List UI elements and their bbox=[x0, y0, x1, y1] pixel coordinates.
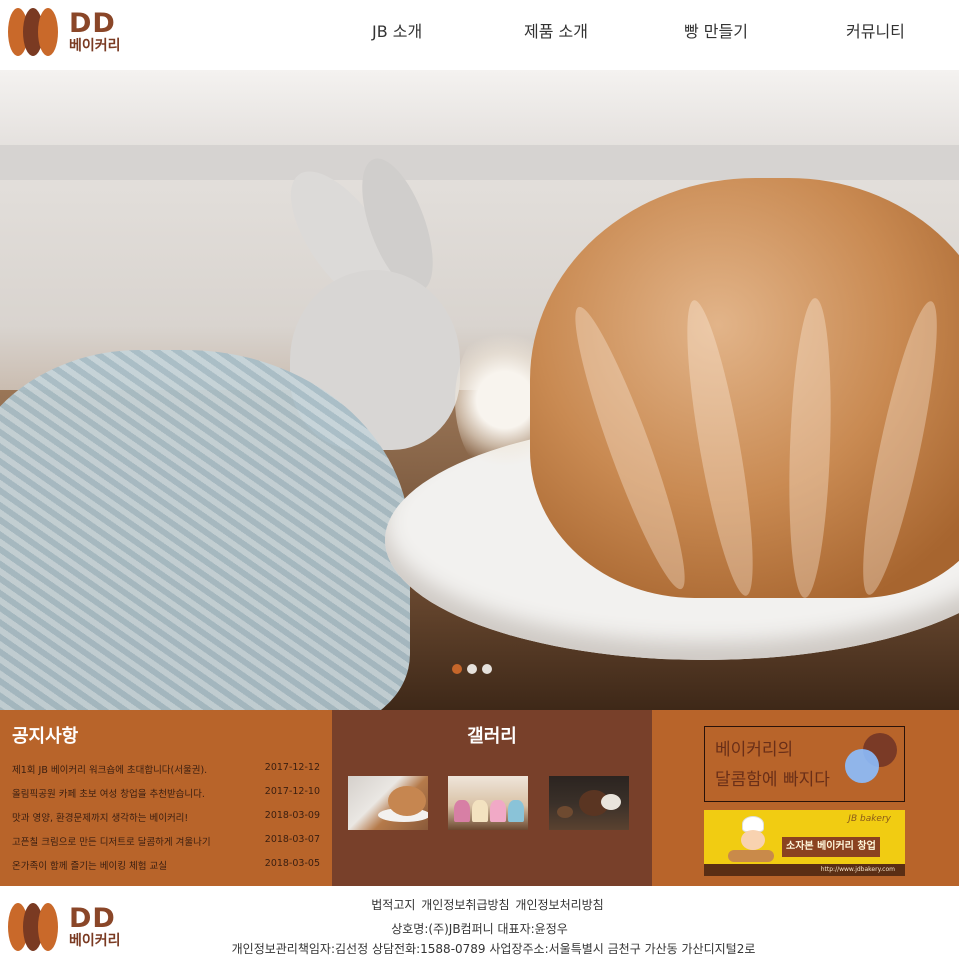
footer-link-privacy-handling[interactable]: 개인정보취급방침 bbox=[421, 898, 509, 912]
nav-item-products[interactable]: 제품 소개 bbox=[524, 18, 588, 42]
gallery-title[interactable]: 갤러리 bbox=[332, 722, 652, 748]
notice-item[interactable]: 올림픽공원 카페 초보 여성 창업을 추천받습니다. 2017-12-10 bbox=[12, 786, 320, 810]
slider-dot-1[interactable] bbox=[452, 664, 462, 674]
main-nav: JB 소개 제품 소개 빵 만들기 커뮤니티 bbox=[0, 18, 959, 48]
notice-item[interactable]: 온가족이 함께 즐기는 베이킹 체험 교실 2018-03-05 bbox=[12, 858, 320, 882]
hero-slider bbox=[0, 70, 959, 710]
slider-dots bbox=[452, 664, 492, 676]
gallery-panel: 갤러리 bbox=[332, 710, 652, 886]
notice-item[interactable]: 제1회 JB 베이커리 워크숍에 초대합니다(서울권). 2017-12-12 bbox=[12, 762, 320, 786]
banner-panel: 베이커리의 달콤함에 빠지다 JB bakery 소자본 베이커리 창업 htt… bbox=[652, 710, 959, 886]
chef-icon bbox=[728, 816, 774, 868]
notice-list: 제1회 JB 베이커리 워크숍에 초대합니다(서울권). 2017-12-12 … bbox=[12, 762, 320, 882]
startup-banner[interactable]: JB bakery 소자본 베이커리 창업 http://www.jdbaker… bbox=[704, 810, 905, 876]
sweet-bakery-banner[interactable]: 베이커리의 달콤함에 빠지다 bbox=[704, 726, 905, 802]
site-footer: DD 베이커리 법적고지 개인정보취급방침 개인정보처리방침 상호명:(주)JB… bbox=[0, 886, 959, 968]
nav-item-community[interactable]: 커뮤니티 bbox=[846, 18, 905, 42]
notice-panel: 공지사항 제1회 JB 베이커리 워크숍에 초대합니다(서울권). 2017-1… bbox=[0, 710, 332, 886]
gallery-thumb-cake[interactable] bbox=[348, 776, 428, 830]
footer-company-info: 상호명:(주)JB컴퍼니 대표자:윤정우 bbox=[391, 922, 568, 936]
gallery-thumb-dessert[interactable] bbox=[549, 776, 629, 830]
nav-item-about[interactable]: JB 소개 bbox=[372, 18, 422, 42]
notice-item[interactable]: 고픈칠 크림으로 만든 디저트로 달콤하게 겨울나기 2018-03-07 bbox=[12, 834, 320, 858]
footer-contact-info: 개인정보관리책임자:김선정 상담전화:1588-0789 사업장주소:서울특별시… bbox=[231, 942, 756, 956]
site-header: DD 베이커리 JB 소개 제품 소개 빵 만들기 커뮤니티 bbox=[0, 0, 959, 70]
slider-dot-2[interactable] bbox=[467, 664, 477, 674]
slider-dot-3[interactable] bbox=[482, 664, 492, 674]
notice-title[interactable]: 공지사항 bbox=[12, 722, 78, 748]
footer-link-legal[interactable]: 법적고지 bbox=[371, 898, 415, 912]
footer-link-privacy-processing[interactable]: 개인정보처리방침 bbox=[515, 898, 603, 912]
bundt-cake-image bbox=[530, 178, 959, 600]
nav-item-baking[interactable]: 빵 만들기 bbox=[684, 18, 748, 42]
footer-links: 법적고지 개인정보취급방침 개인정보처리방침 bbox=[0, 896, 959, 913]
gallery-thumb-cupcakes[interactable] bbox=[448, 776, 528, 830]
notice-item[interactable]: 맛과 영양, 환경문제까지 생각하는 베이커리! 2018-03-09 bbox=[12, 810, 320, 834]
